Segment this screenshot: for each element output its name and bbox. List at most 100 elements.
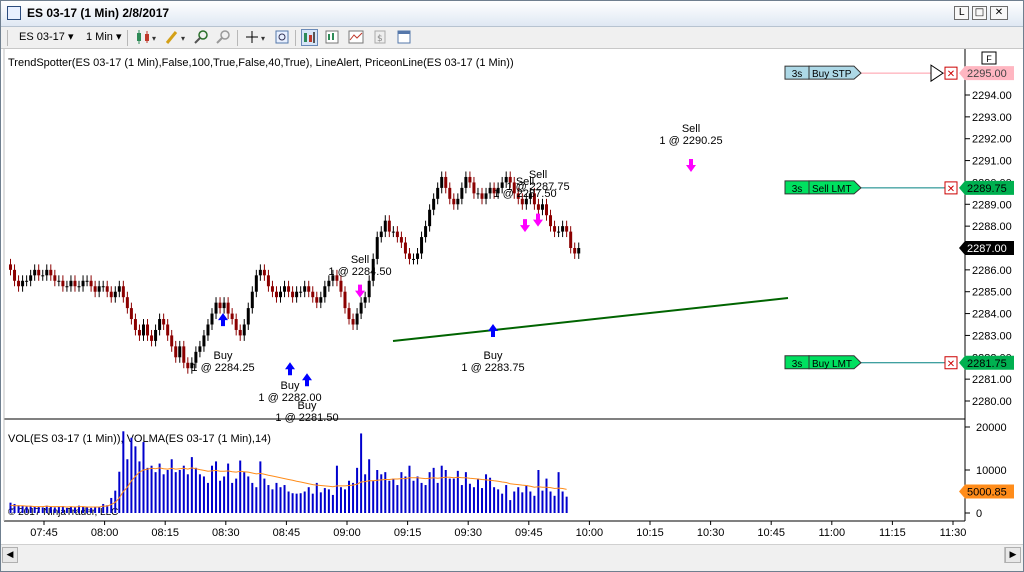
candle-body [85, 280, 89, 282]
candle-body [113, 291, 117, 298]
price-tick-label: 2284.00 [972, 309, 1012, 321]
time-tick-label: 09:45 [515, 527, 543, 539]
time-tick-label: 10:15 [636, 527, 664, 539]
volume-bar [339, 487, 342, 513]
magnify-icon[interactable] [273, 29, 290, 46]
volume-bar [90, 507, 93, 513]
properties-icon[interactable] [395, 29, 412, 46]
crosshair-icon[interactable]: ▾ [243, 29, 269, 46]
price-tick-label: 2293.00 [972, 112, 1012, 124]
volume-bar [174, 472, 177, 513]
title-bar[interactable]: ES 03-17 (1 Min) 2/8/2017 L □ ✕ [1, 1, 1023, 27]
strategies-icon[interactable]: $ [371, 29, 388, 46]
volume-bar [299, 493, 302, 513]
signal-side-label: Buy [484, 350, 503, 362]
data-box-icon[interactable] [323, 29, 340, 46]
close-button[interactable]: ✕ [990, 6, 1008, 20]
candle-body [299, 291, 303, 293]
indicators-icon[interactable] [347, 29, 364, 46]
volume-bar [311, 493, 314, 513]
toolbar-separator [237, 30, 238, 46]
volume-bar [33, 506, 36, 513]
volume-bar [525, 485, 528, 513]
candle-body [565, 226, 569, 232]
candle-body [561, 226, 565, 232]
volume-bar [505, 485, 508, 513]
volma-value-label: 5000.85 [967, 486, 1007, 498]
candle-body [73, 280, 77, 287]
volume-bar [263, 478, 266, 513]
volume-bar [497, 489, 500, 513]
candle-body [383, 220, 387, 232]
order-cancel-glyph: ✕ [947, 359, 955, 370]
volume-bar [102, 503, 105, 513]
candle-body [456, 198, 460, 205]
volume-bar [25, 506, 28, 513]
svg-text:$: $ [377, 34, 383, 44]
candle-body [440, 176, 444, 188]
volume-bar [29, 506, 32, 513]
order-price-label: 2295.00 [967, 68, 1007, 80]
candle-body [45, 269, 49, 276]
volume-bar [17, 505, 20, 513]
volume-bar [130, 437, 133, 513]
interval-selector[interactable]: 1 Min ▾ [86, 30, 122, 43]
candlestick-style-icon[interactable]: ▾ [133, 29, 159, 46]
candle-body [166, 324, 170, 336]
instrument-selector[interactable]: ES 03-17 ▾ [19, 30, 73, 43]
f-toggle-button[interactable]: F [981, 51, 997, 65]
maximize-button[interactable]: □ [972, 6, 987, 20]
horizontal-scrollbar[interactable]: ◀ ▶ [1, 544, 1023, 564]
candle-body [158, 319, 162, 330]
candle-body [412, 258, 415, 260]
price-tick-label: 2292.00 [972, 134, 1012, 146]
volume-bar [335, 465, 338, 513]
volume-bar [178, 470, 181, 513]
zoom-in-icon[interactable] [192, 29, 209, 46]
volume-bar [41, 507, 44, 513]
volume-bar [481, 488, 484, 513]
time-tick-label: 09:15 [394, 527, 422, 539]
volume-bar [444, 470, 447, 513]
candle-body [214, 302, 218, 314]
volume-bar [440, 465, 443, 513]
candle-body [182, 346, 186, 363]
candle-body [460, 187, 464, 199]
chart-canvas[interactable]: TrendSpotter(ES 03-17 (1 Min),False,100,… [1, 49, 1023, 544]
volume-bar [460, 485, 463, 513]
indicator-label: TrendSpotter(ES 03-17 (1 Min),False,100,… [8, 57, 514, 69]
zoom-out-icon[interactable] [214, 29, 231, 46]
volume-bar [223, 476, 226, 513]
candle-body [258, 269, 262, 276]
candle-body [295, 291, 299, 298]
price-tick-label: 2288.00 [972, 221, 1012, 233]
volume-bar [190, 457, 193, 513]
candle-body [129, 308, 133, 320]
volume-bar [416, 476, 419, 513]
scroll-right-arrow-icon[interactable]: ▶ [1005, 547, 1021, 563]
scroll-left-arrow-icon[interactable]: ◀ [2, 547, 18, 563]
volume-bar [404, 476, 407, 513]
volume-bar [118, 471, 121, 513]
candle-body [226, 302, 230, 314]
volume-bar [561, 491, 564, 513]
candle-body [319, 297, 323, 303]
volume-bar [356, 467, 359, 513]
volume-bar [110, 497, 113, 513]
candle-body [448, 187, 452, 199]
volume-bar [448, 478, 451, 513]
time-tick-label: 08:15 [151, 527, 179, 539]
volume-bar [166, 470, 169, 513]
chart-trader-icon[interactable] [301, 29, 318, 46]
pencil-draw-icon[interactable]: ▾ [163, 29, 189, 46]
volume-indicator-label: VOL(ES 03-17 (1 Min)), VOLMA(ES 03-17 (1… [8, 433, 271, 445]
volume-bar [202, 476, 205, 513]
volume-bar [489, 477, 492, 513]
candle-body [37, 269, 41, 276]
candle-body [234, 319, 238, 330]
candle-body [379, 231, 383, 238]
candle-body [242, 324, 246, 336]
minimize-button[interactable]: L [954, 6, 969, 20]
volume-bar [182, 465, 185, 513]
volume-bar [53, 507, 56, 513]
